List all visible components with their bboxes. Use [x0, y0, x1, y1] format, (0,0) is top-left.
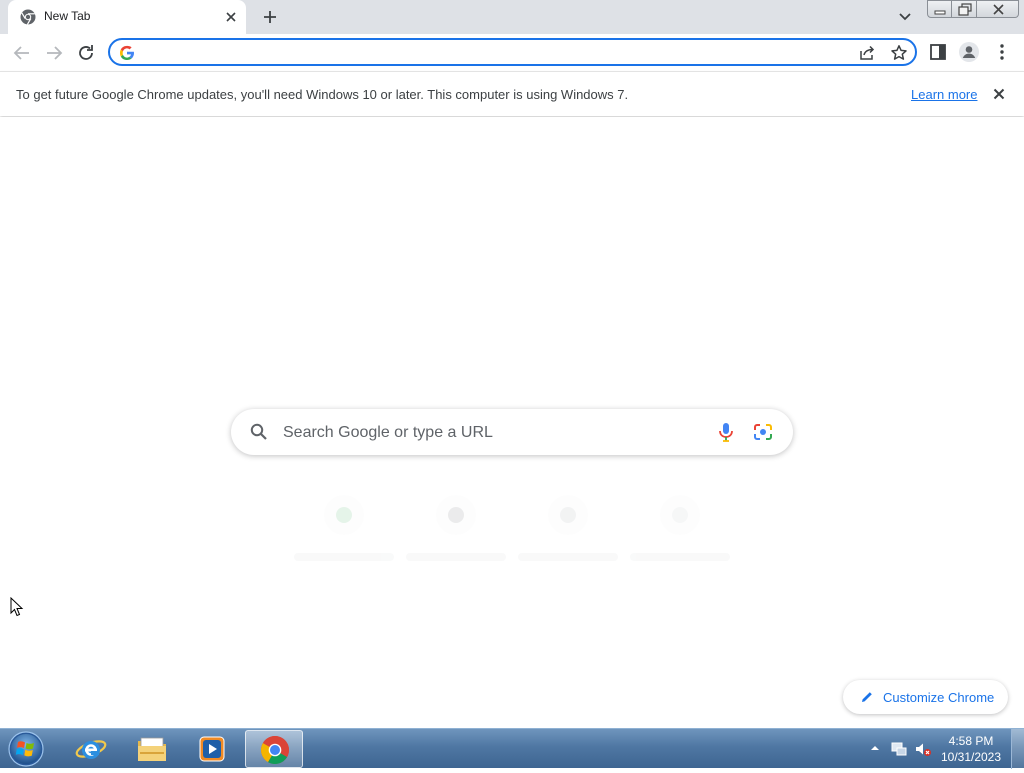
internet-explorer-icon [75, 740, 107, 759]
system-tray: 4:58 PM 10/31/2023 [860, 729, 1010, 769]
new-tab-page: Customize Chrome [0, 117, 1024, 728]
taskbar-media-player[interactable] [183, 730, 241, 768]
show-hidden-icons-icon[interactable] [869, 740, 881, 761]
side-panel-icon[interactable] [927, 41, 949, 63]
chevron-down-icon[interactable] [895, 8, 915, 26]
kebab-menu-icon[interactable] [991, 41, 1013, 63]
chrome-icon [261, 736, 289, 764]
close-icon [993, 4, 1004, 15]
taskbar-file-explorer[interactable] [123, 730, 181, 768]
clock-date[interactable]: 10/31/2023 [936, 750, 1006, 764]
pencil-icon [862, 692, 872, 702]
shortcut-tile[interactable] [294, 495, 394, 575]
forward-button[interactable] [41, 40, 67, 66]
tab-strip: New Tab [0, 0, 1024, 34]
chrome-icon [20, 9, 36, 25]
learn-more-link[interactable]: Learn more [911, 87, 977, 102]
google-g-icon [119, 45, 135, 61]
taskbar-internet-explorer[interactable] [62, 730, 120, 768]
search-icon [249, 422, 269, 442]
microphone-icon[interactable] [716, 421, 736, 443]
close-icon[interactable] [222, 8, 240, 26]
back-button[interactable] [9, 40, 35, 66]
taskbar-chrome[interactable] [245, 730, 303, 768]
windows-start-icon [8, 731, 44, 767]
start-button[interactable] [6, 730, 46, 768]
ntp-search-box[interactable] [231, 409, 793, 455]
network-icon[interactable] [890, 740, 908, 763]
tab-title: New Tab [44, 9, 91, 23]
customize-chrome-label: Customize Chrome [883, 690, 995, 705]
new-tab-button[interactable] [258, 6, 282, 28]
share-icon[interactable] [858, 44, 876, 62]
search-input[interactable] [283, 422, 703, 444]
show-desktop-button[interactable] [1011, 729, 1024, 769]
minimize-icon [934, 10, 946, 15]
maximize-icon [958, 3, 972, 16]
reload-icon [79, 45, 93, 60]
windows-taskbar: 4:58 PM 10/31/2023 [0, 728, 1024, 769]
tab-new-tab[interactable]: New Tab [8, 0, 246, 34]
browser-toolbar [0, 34, 1024, 71]
shortcut-tile[interactable] [406, 495, 506, 575]
arrow-left-icon [13, 46, 29, 60]
address-input[interactable] [142, 43, 842, 61]
shortcut-tile[interactable] [518, 495, 618, 575]
media-player-icon [199, 736, 225, 762]
volume-muted-icon[interactable] [914, 740, 932, 763]
update-infobar: To get future Google Chrome updates, you… [0, 71, 1024, 116]
close-icon[interactable] [990, 85, 1008, 103]
omnibox[interactable] [108, 38, 917, 66]
customize-chrome-button[interactable]: Customize Chrome [843, 680, 1008, 714]
star-icon[interactable] [890, 44, 908, 62]
arrow-right-icon [47, 46, 63, 60]
mouse-cursor-icon [10, 597, 24, 617]
file-explorer-icon [138, 737, 166, 761]
clock-time[interactable]: 4:58 PM [936, 734, 1006, 748]
infobar-message: To get future Google Chrome updates, you… [16, 87, 629, 102]
close-window-button[interactable] [976, 0, 1019, 18]
profile-icon[interactable] [958, 41, 980, 63]
minimize-button[interactable] [927, 0, 952, 18]
maximize-button[interactable] [951, 0, 977, 18]
add-shortcut-tile[interactable] [630, 495, 730, 575]
google-lens-icon[interactable] [752, 422, 774, 442]
reload-button[interactable] [73, 40, 99, 66]
